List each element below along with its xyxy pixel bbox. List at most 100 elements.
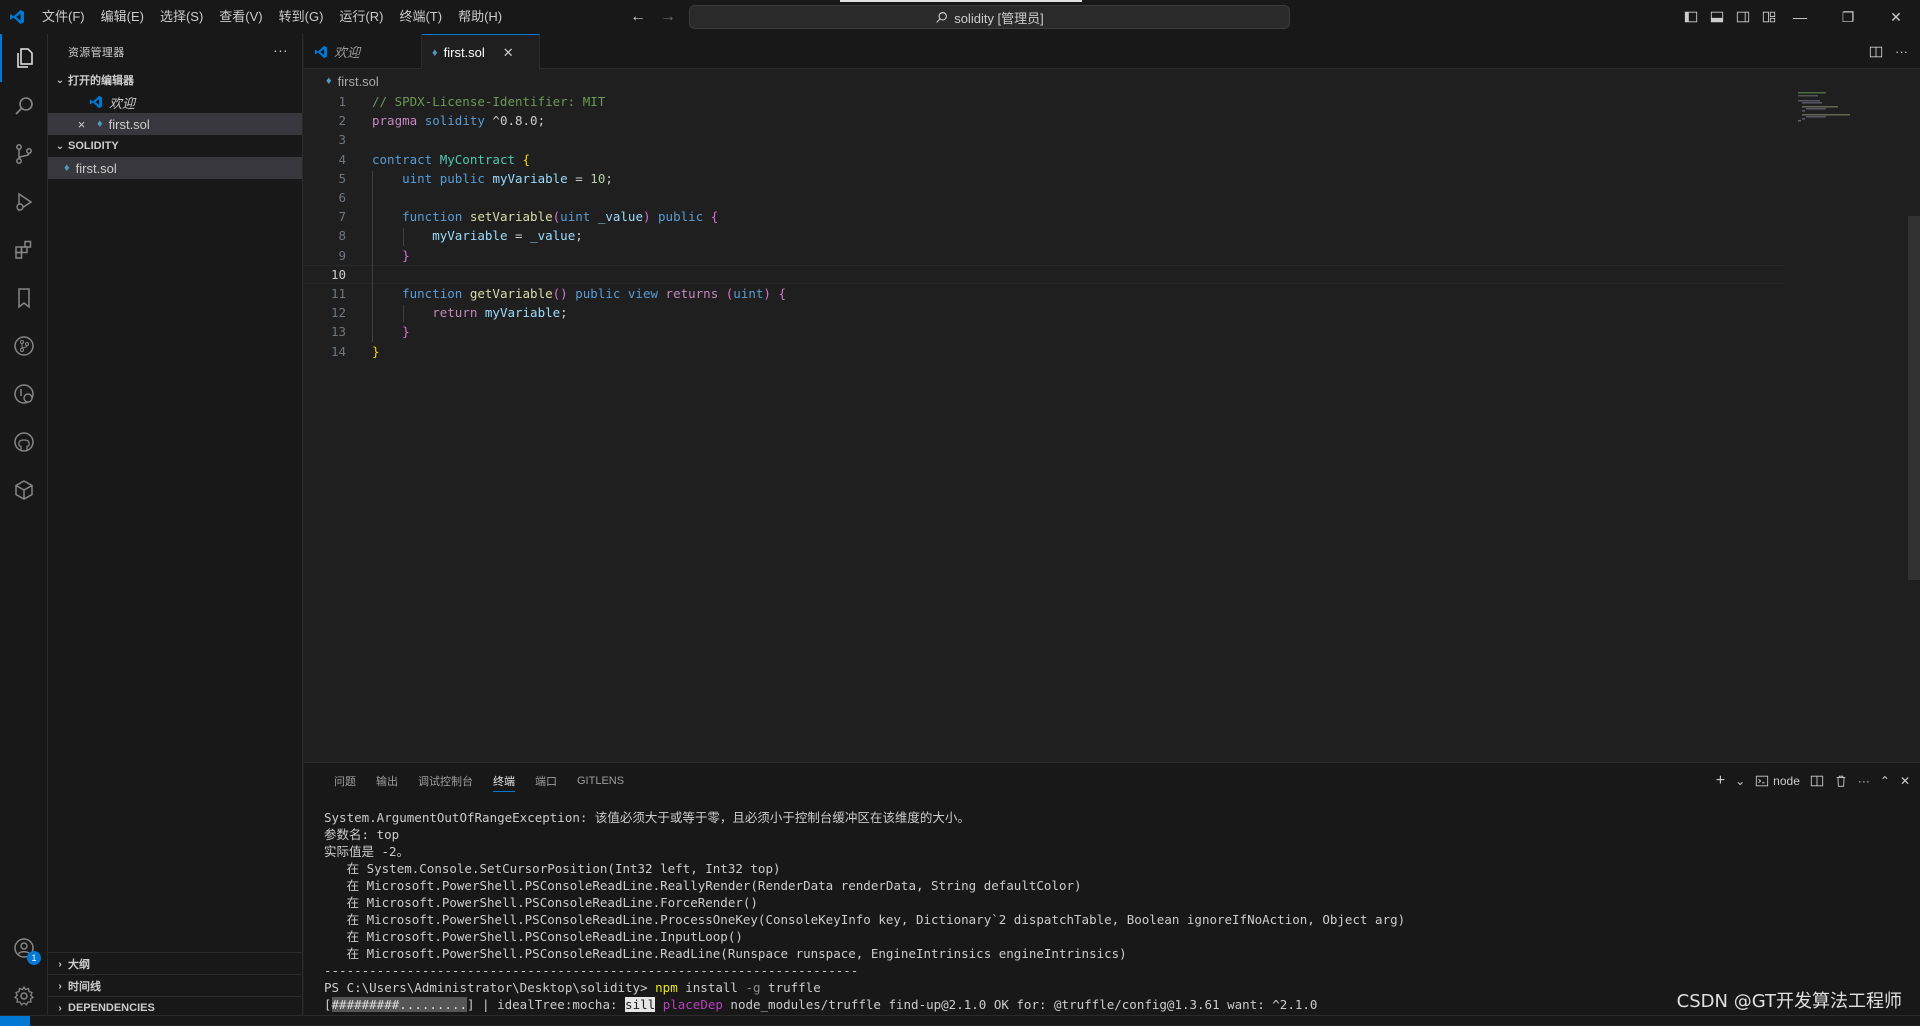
code-line[interactable]: 8 myVariable = _value; bbox=[304, 226, 1784, 245]
extensions-icon[interactable] bbox=[0, 226, 48, 274]
line-number: 3 bbox=[304, 132, 346, 147]
tab-welcome[interactable]: 欢迎 bbox=[304, 34, 422, 69]
menu-item[interactable]: 文件(F) bbox=[34, 0, 93, 34]
solidity-file-icon: ♦ bbox=[97, 118, 103, 130]
menu-item[interactable]: 编辑(E) bbox=[93, 0, 152, 34]
bookmarks-icon[interactable] bbox=[0, 274, 48, 322]
terminal-text: 在 System.Console.SetCursorPosition(Int32… bbox=[324, 861, 781, 876]
code-line[interactable]: 5 uint public myVariable = 10; bbox=[304, 169, 1784, 188]
terminal-text: System.ArgumentOutOfRangeException: 该值必须… bbox=[324, 810, 970, 825]
code-token: setVariable bbox=[470, 209, 553, 224]
code-text: } bbox=[372, 324, 410, 339]
file-item-first-sol[interactable]: ♦ first.sol bbox=[48, 157, 302, 179]
remote-explorer-icon[interactable] bbox=[0, 370, 48, 418]
accounts-icon[interactable]: 1 bbox=[0, 924, 48, 972]
code-token: myVariable bbox=[492, 171, 575, 186]
outline-header[interactable]: › 大纲 bbox=[48, 953, 303, 975]
code-editor[interactable]: 1// SPDX-License-Identifier: MIT2pragma … bbox=[304, 92, 1900, 762]
chevron-down-icon[interactable]: ⌄ bbox=[1735, 774, 1745, 788]
open-editor-item-welcome[interactable]: 欢迎 bbox=[48, 91, 302, 113]
panel-tab[interactable]: 调试控制台 bbox=[408, 763, 483, 798]
menu-item[interactable]: 终端(T) bbox=[391, 0, 450, 34]
accounts-badge: 1 bbox=[27, 951, 41, 965]
code-line[interactable]: 14} bbox=[304, 342, 1784, 361]
git-graph-icon[interactable] bbox=[0, 322, 48, 370]
toggle-primary-sidebar-icon[interactable] bbox=[1680, 6, 1702, 28]
menu-item[interactable]: 转到(G) bbox=[271, 0, 332, 34]
code-text: function getVariable() public view retur… bbox=[372, 286, 786, 301]
more-actions-icon[interactable]: ··· bbox=[1858, 774, 1870, 788]
code-line[interactable]: 12 return myVariable; bbox=[304, 303, 1784, 322]
source-control-icon[interactable] bbox=[0, 130, 48, 178]
settings-gear-icon[interactable] bbox=[0, 972, 48, 1020]
folder-header-solidity[interactable]: ⌄ SOLIDITY bbox=[48, 135, 302, 157]
close-panel-icon[interactable]: ✕ bbox=[1900, 774, 1910, 788]
trash-icon[interactable] bbox=[1834, 774, 1848, 788]
indent-guide bbox=[403, 228, 404, 245]
code-line[interactable]: 1// SPDX-License-Identifier: MIT bbox=[304, 92, 1784, 111]
code-line[interactable]: 13 } bbox=[304, 322, 1784, 341]
code-line[interactable]: 3 bbox=[304, 130, 1784, 149]
github-icon[interactable] bbox=[0, 418, 48, 466]
panel-tab[interactable]: GITLENS bbox=[567, 763, 634, 798]
package-icon[interactable] bbox=[0, 466, 48, 514]
code-token: return bbox=[432, 305, 485, 320]
explorer-icon[interactable] bbox=[0, 34, 48, 82]
code-token: returns bbox=[666, 286, 726, 301]
run-debug-icon[interactable] bbox=[0, 178, 48, 226]
code-token: uint bbox=[560, 209, 598, 224]
line-number: 7 bbox=[304, 209, 346, 224]
code-token: { bbox=[523, 152, 531, 167]
menu-item[interactable]: 查看(V) bbox=[211, 0, 270, 34]
indent-guide bbox=[403, 305, 404, 322]
terminal-text: 在 Microsoft.PowerShell.PSConsoleReadLine… bbox=[324, 929, 743, 944]
chevron-right-icon: › bbox=[52, 981, 68, 992]
minimize-icon[interactable]: — bbox=[1776, 0, 1824, 34]
code-line[interactable]: 2pragma solidity ^0.8.0; bbox=[304, 111, 1784, 130]
open-editor-item-first-sol[interactable]: × ♦ first.sol bbox=[48, 113, 302, 135]
terminal-name[interactable]: node bbox=[1773, 774, 1800, 788]
restore-icon[interactable]: ❐ bbox=[1824, 0, 1872, 34]
close-editor-icon[interactable]: × bbox=[74, 117, 89, 132]
new-terminal-icon[interactable]: + bbox=[1716, 772, 1725, 790]
close-icon[interactable]: ✕ bbox=[1872, 0, 1920, 34]
more-actions-icon[interactable]: ··· bbox=[1895, 44, 1908, 59]
back-arrow-icon[interactable]: ← bbox=[630, 8, 646, 26]
split-terminal-icon[interactable] bbox=[1810, 774, 1824, 788]
toggle-panel-icon[interactable] bbox=[1706, 6, 1728, 28]
terminal-output[interactable]: System.ArgumentOutOfRangeException: 该值必须… bbox=[324, 809, 1894, 1013]
breadcrumb[interactable]: ♦ first.sol bbox=[304, 70, 1920, 92]
open-editors-header[interactable]: ⌄ 打开的编辑器 bbox=[48, 69, 302, 91]
open-editor-label: first.sol bbox=[109, 117, 150, 132]
maximize-panel-icon[interactable]: ⌃ bbox=[1880, 774, 1890, 788]
window-controls: — ❐ ✕ bbox=[1776, 0, 1920, 34]
search-icon[interactable] bbox=[0, 82, 48, 130]
minimap[interactable] bbox=[1790, 92, 1910, 132]
code-token: uint bbox=[402, 171, 440, 186]
menu-item[interactable]: 运行(R) bbox=[331, 0, 391, 34]
code-token bbox=[372, 209, 402, 224]
split-editor-icon[interactable] bbox=[1869, 45, 1883, 59]
panel-tab[interactable]: 输出 bbox=[366, 763, 408, 798]
code-line[interactable]: 10 bbox=[304, 265, 1784, 284]
breadcrumb-file: first.sol bbox=[338, 74, 379, 89]
menu-item[interactable]: 选择(S) bbox=[152, 0, 211, 34]
more-actions-icon[interactable]: ··· bbox=[273, 42, 288, 58]
code-line[interactable]: 9 } bbox=[304, 246, 1784, 265]
command-center-search[interactable]: solidity [管理员] bbox=[689, 5, 1290, 29]
code-line[interactable]: 6 bbox=[304, 188, 1784, 207]
toggle-secondary-sidebar-icon[interactable] bbox=[1732, 6, 1754, 28]
code-line[interactable]: 11 function getVariable() public view re… bbox=[304, 284, 1784, 303]
editor-scrollbar[interactable] bbox=[1908, 216, 1920, 580]
panel-tab[interactable]: 终端 bbox=[483, 763, 525, 798]
forward-arrow-icon[interactable]: → bbox=[660, 8, 676, 26]
menu-item[interactable]: 帮助(H) bbox=[450, 0, 510, 34]
timeline-header[interactable]: › 时间线 bbox=[48, 975, 303, 997]
panel-tab[interactable]: 问题 bbox=[324, 763, 366, 798]
tab-first-sol[interactable]: ♦ first.sol ✕ bbox=[422, 34, 540, 70]
close-tab-icon[interactable]: ✕ bbox=[503, 45, 514, 61]
code-token: { bbox=[711, 209, 719, 224]
panel-tab[interactable]: 端口 bbox=[525, 763, 567, 798]
code-line[interactable]: 7 function setVariable(uint _value) publ… bbox=[304, 207, 1784, 226]
code-line[interactable]: 4contract MyContract { bbox=[304, 150, 1784, 169]
